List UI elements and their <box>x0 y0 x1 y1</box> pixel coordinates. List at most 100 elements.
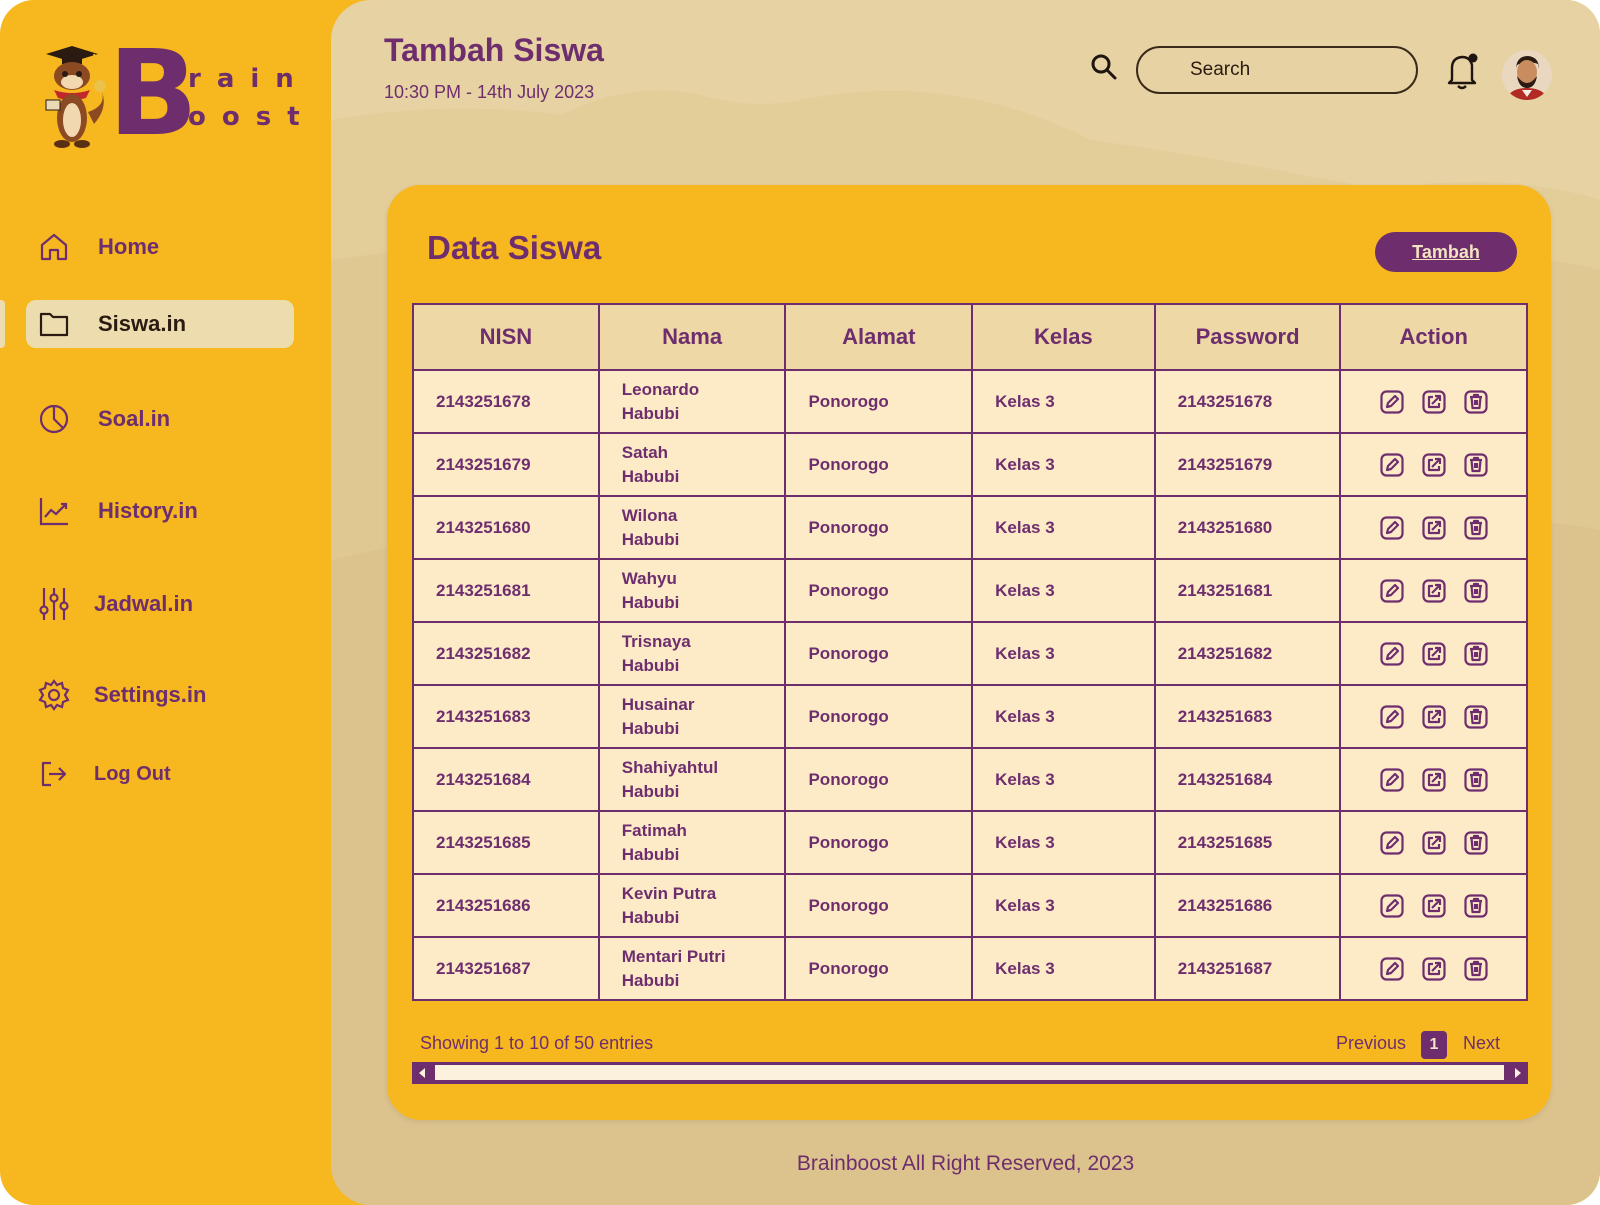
column-header-alamat[interactable]: Alamat <box>784 303 974 371</box>
open-external-icon[interactable] <box>1422 956 1446 981</box>
column-header-kelas[interactable]: Kelas <box>971 303 1156 371</box>
table-header-row: NISN Nama Alamat Kelas Password Action <box>412 303 1528 371</box>
cell-nama-first: Satah <box>621 442 669 462</box>
cell-kelas: Kelas 3 <box>971 873 1156 938</box>
trend-chart-icon <box>36 493 72 529</box>
edit-icon[interactable] <box>1380 767 1404 792</box>
cell-nisn: 2143251682 <box>412 621 600 686</box>
column-header-nama[interactable]: Nama <box>597 303 787 371</box>
cell-actions <box>1339 684 1528 749</box>
open-external-icon[interactable] <box>1422 830 1446 855</box>
column-header-password[interactable]: Password <box>1153 303 1342 371</box>
horizontal-scrollbar[interactable] <box>412 1062 1528 1084</box>
cell-kelas: Kelas 3 <box>971 936 1156 1001</box>
cell-password: 2143251678 <box>1153 369 1342 434</box>
column-header-nisn[interactable]: NISN <box>412 303 600 371</box>
avatar[interactable] <box>1502 50 1552 100</box>
trash-icon[interactable] <box>1464 578 1488 603</box>
open-external-icon[interactable] <box>1422 893 1446 918</box>
cell-alamat: Ponorogo <box>784 747 974 812</box>
edit-icon[interactable] <box>1380 956 1404 981</box>
edit-icon[interactable] <box>1380 641 1404 666</box>
trash-icon[interactable] <box>1464 767 1488 792</box>
search-input[interactable] <box>1136 46 1418 94</box>
cell-actions <box>1339 936 1528 1001</box>
open-external-icon[interactable] <box>1422 641 1446 666</box>
next-page-button[interactable]: Next <box>1463 1033 1500 1054</box>
cell-nama-last: Habubi <box>621 844 680 864</box>
cell-password: 2143251680 <box>1153 495 1342 560</box>
cell-password: 2143251687 <box>1153 936 1342 1001</box>
sidebar-item-siswa[interactable]: Siswa.in <box>26 300 294 348</box>
trash-icon[interactable] <box>1464 893 1488 918</box>
data-card: Data Siswa Tambah NISN Nama Alamat Kelas… <box>387 185 1551 1120</box>
brand-logo: B rain oost <box>38 34 300 152</box>
sidebar-item-settings[interactable]: Settings.in <box>26 671 294 719</box>
edit-icon[interactable] <box>1380 389 1404 414</box>
add-student-button[interactable]: Tambah <box>1375 232 1517 272</box>
entries-info: Showing 1 to 10 of 50 entries <box>420 1033 654 1053</box>
cell-kelas: Kelas 3 <box>971 558 1156 623</box>
page-number-button[interactable]: 1 <box>1421 1031 1447 1059</box>
main-content: Tambah Siswa 10:30 PM - 14th July 2023 D… <box>331 0 1600 1205</box>
cell-nama-last: Habubi <box>621 466 680 486</box>
cell-nama-last: Habubi <box>621 781 680 801</box>
cell-nisn: 2143251678 <box>412 369 600 434</box>
open-external-icon[interactable] <box>1422 515 1446 540</box>
mascot-icon <box>45 46 106 148</box>
cell-nama-last: Habubi <box>621 970 680 990</box>
trash-icon[interactable] <box>1464 704 1488 729</box>
active-indicator <box>0 300 5 348</box>
sidebar-item-label: Jadwal.in <box>94 591 194 616</box>
open-external-icon[interactable] <box>1422 767 1446 792</box>
table-body: 2143251678 Leonardo Habubi Ponorogo Kelas 32… <box>412 369 1528 1001</box>
trash-icon[interactable] <box>1464 956 1488 981</box>
open-external-icon[interactable] <box>1422 452 1446 477</box>
trash-icon[interactable] <box>1464 389 1488 414</box>
table-row: 2143251687 Mentari Putri Habubi Ponorogo Kel… <box>412 936 1528 1001</box>
scroll-left-arrow-icon[interactable] <box>419 1068 425 1078</box>
cell-alamat: Ponorogo <box>784 621 974 686</box>
open-external-icon[interactable] <box>1422 578 1446 603</box>
trash-icon[interactable] <box>1464 830 1488 855</box>
previous-page-button[interactable]: Previous <box>1336 1033 1406 1054</box>
edit-icon[interactable] <box>1380 515 1404 540</box>
column-header-action: Action <box>1339 303 1528 371</box>
card-title: Data Siswa <box>427 229 602 266</box>
cell-password: 2143251683 <box>1153 684 1342 749</box>
cell-nama: Kevin Putra Habubi <box>597 873 787 938</box>
trash-icon[interactable] <box>1464 641 1488 666</box>
sidebar-item-history[interactable]: History.in <box>26 487 294 535</box>
sidebar-item-home[interactable]: Home <box>26 223 294 271</box>
search-icon[interactable] <box>1089 52 1119 82</box>
scroll-right-arrow-icon[interactable] <box>1515 1068 1521 1078</box>
cell-alamat: Ponorogo <box>784 369 974 434</box>
trash-icon[interactable] <box>1464 452 1488 477</box>
sidebar-item-logout[interactable]: Log Out <box>26 750 294 798</box>
home-icon <box>36 229 72 265</box>
sidebar-item-soal[interactable]: Soal.in <box>26 395 294 443</box>
trash-icon[interactable] <box>1464 515 1488 540</box>
sidebar-item-jadwal[interactable]: Jadwal.in <box>26 580 294 628</box>
cell-nama-last: Habubi <box>621 655 680 675</box>
notification-bell-icon[interactable] <box>1444 50 1482 92</box>
edit-icon[interactable] <box>1380 893 1404 918</box>
cell-nisn: 2143251680 <box>412 495 600 560</box>
table-row: 2143251683 Husainar Habubi Ponorogo Kelas 32… <box>412 684 1528 749</box>
cell-password: 2143251682 <box>1153 621 1342 686</box>
cell-nisn: 2143251683 <box>412 684 600 749</box>
edit-icon[interactable] <box>1380 578 1404 603</box>
edit-icon[interactable] <box>1380 704 1404 729</box>
sidebar-item-label: Siswa.in <box>98 311 187 336</box>
open-external-icon[interactable] <box>1422 704 1446 729</box>
scrollbar-thumb[interactable] <box>435 1065 1504 1080</box>
cell-nama-first: Shahiyahtul <box>621 757 719 777</box>
edit-icon[interactable] <box>1380 830 1404 855</box>
cell-nama-first: Fatimah <box>621 820 687 840</box>
cell-nama: Leonardo Habubi <box>597 369 787 434</box>
cell-nama-last: Habubi <box>621 529 680 549</box>
open-external-icon[interactable] <box>1422 389 1446 414</box>
cell-actions <box>1339 369 1528 434</box>
pie-chart-icon <box>36 401 72 437</box>
edit-icon[interactable] <box>1380 452 1404 477</box>
